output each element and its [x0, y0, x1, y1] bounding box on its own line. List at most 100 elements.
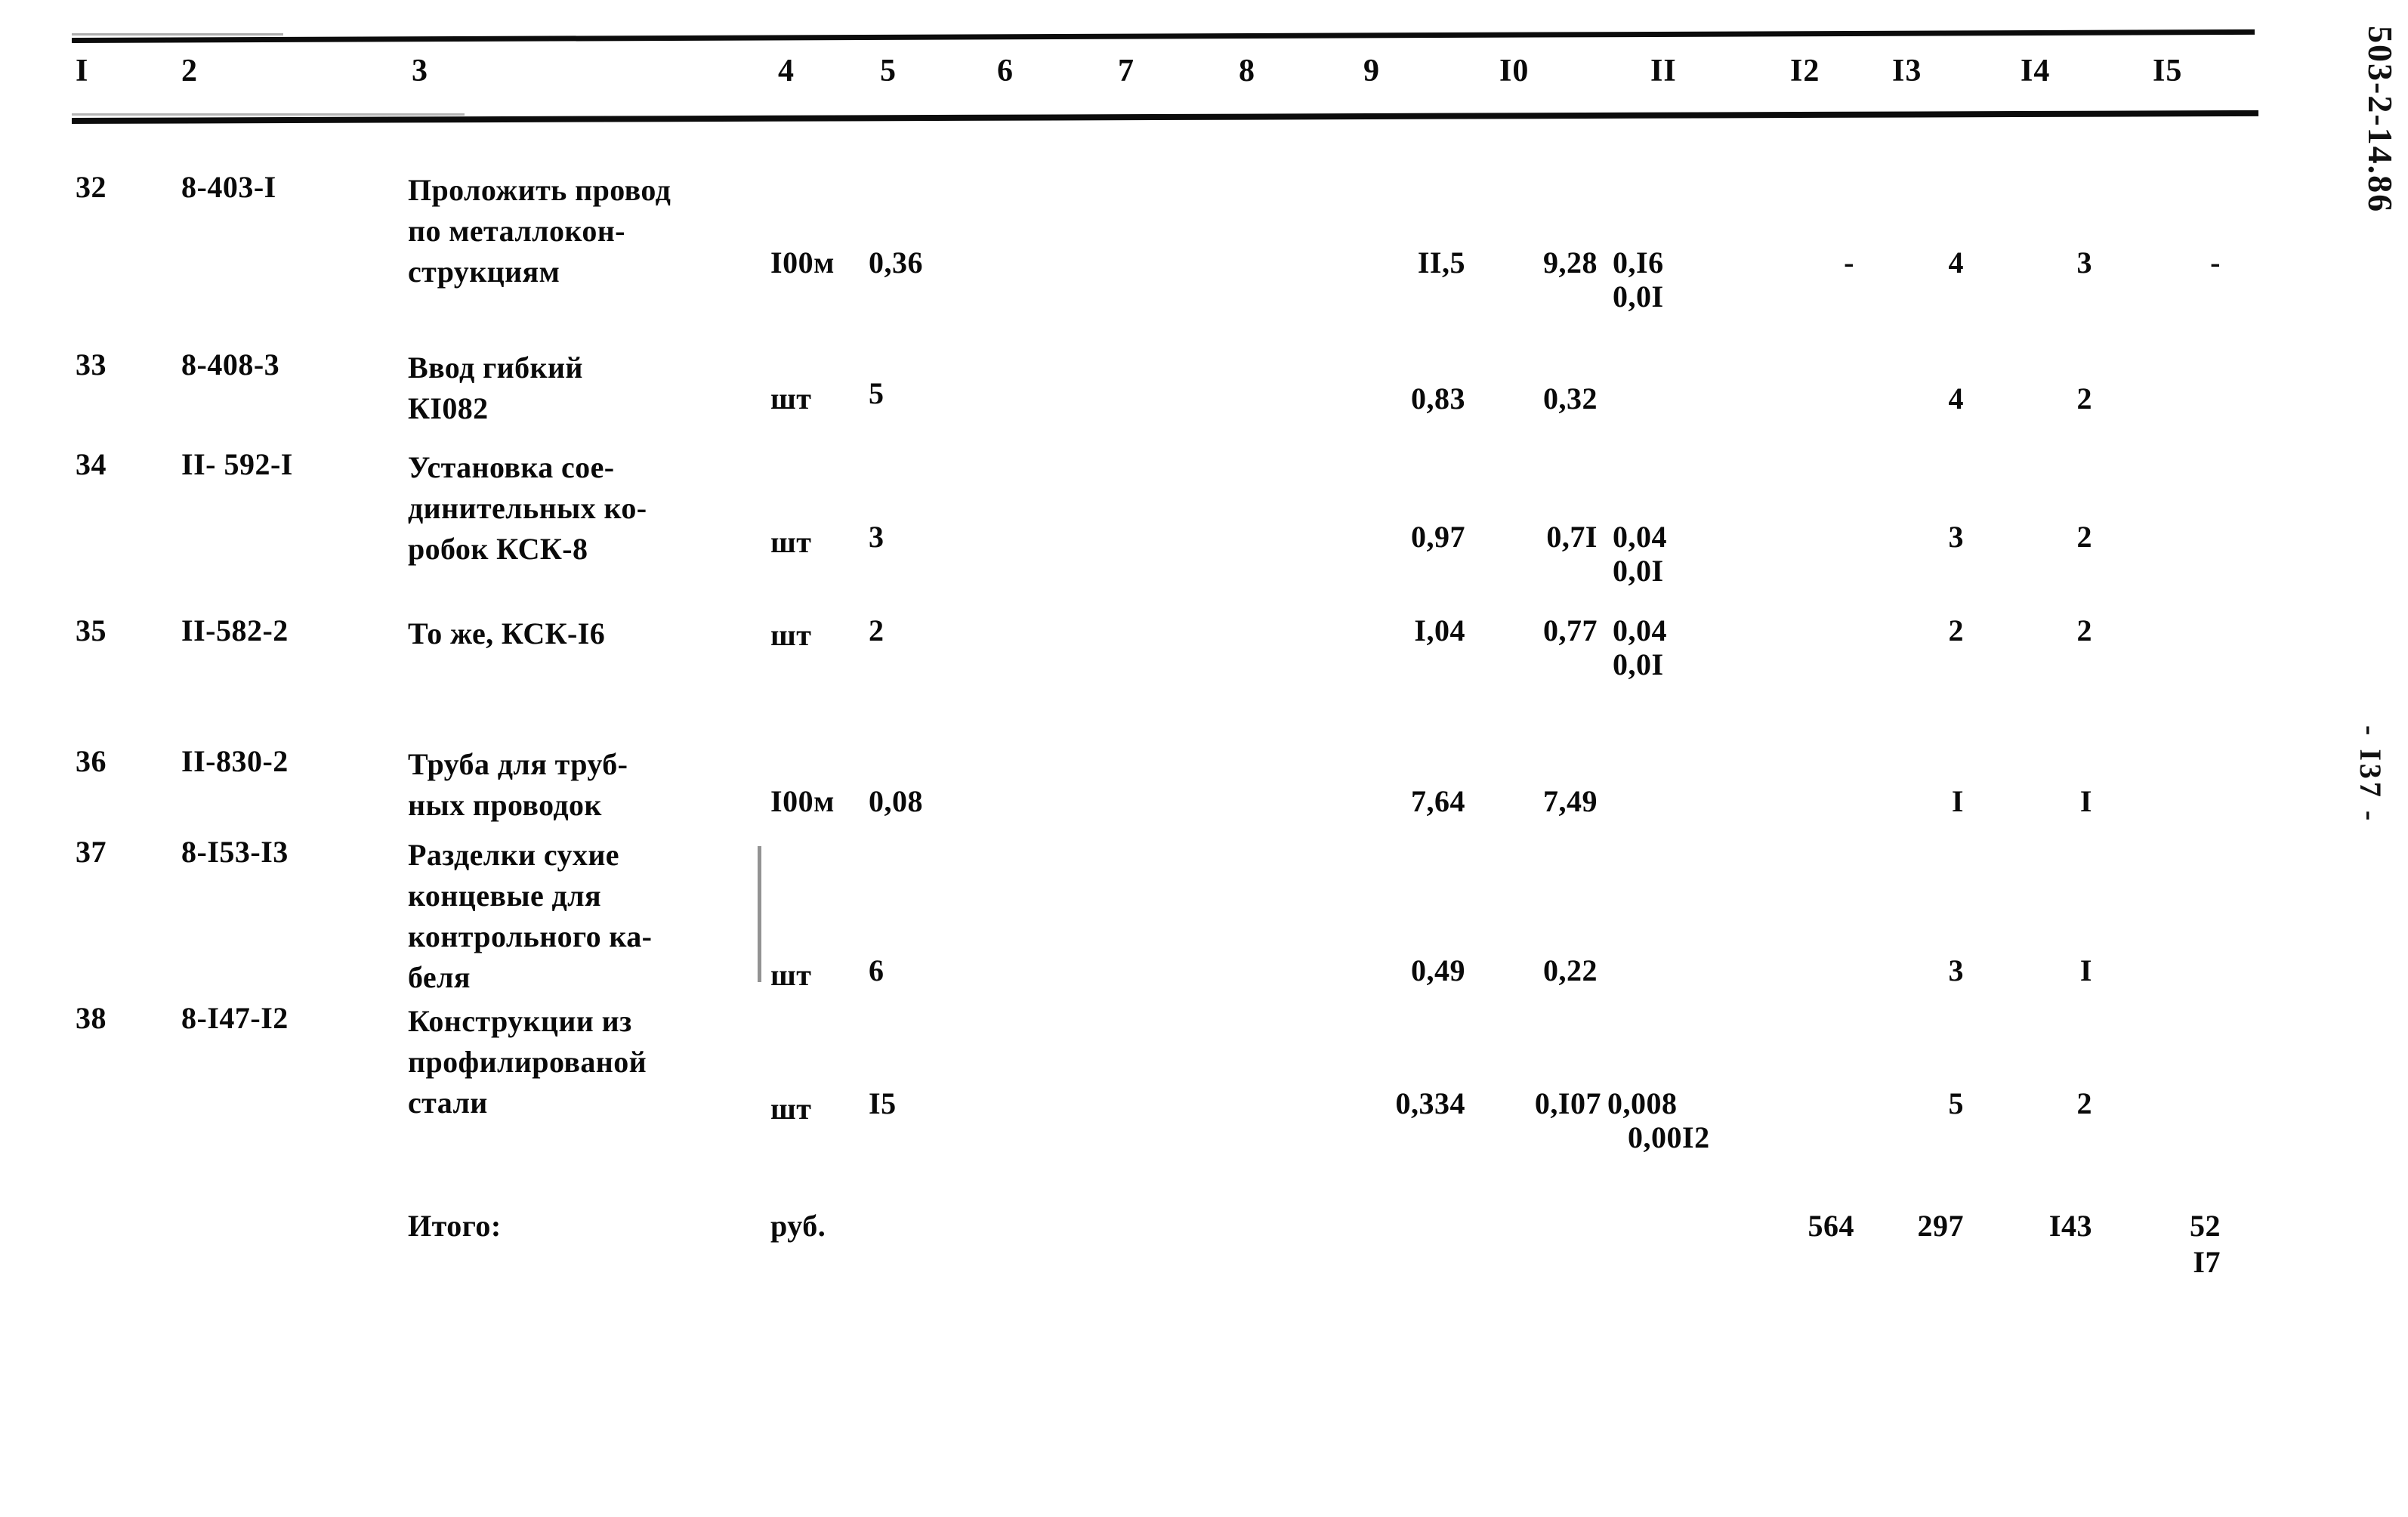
row-col10: 0,22: [1543, 953, 1598, 987]
row-quantity: 0,08: [869, 784, 923, 818]
document-code-vertical: 503-2-14.86: [2361, 26, 2400, 214]
row-col14: 2: [2076, 613, 2092, 647]
row-col13: 3: [1948, 953, 1964, 987]
page-number-vertical: - I37 -: [2354, 725, 2388, 824]
row-col11-second: 0,0I: [1613, 647, 1664, 681]
row-code: II- 592-I: [181, 447, 293, 481]
row-code: 8-403-I: [181, 170, 276, 204]
scan-artifact-smudge: [758, 846, 761, 982]
row-col11-second: 0,00I2: [1628, 1120, 1710, 1154]
row-col13: 4: [1948, 246, 1964, 280]
column-header-14: I4: [2021, 54, 2051, 88]
table-row: 32: [76, 170, 107, 204]
column-header-10: I0: [1499, 54, 1530, 88]
column-header-13: I3: [1892, 54, 1922, 88]
row-unit: шт: [770, 618, 812, 652]
row-col11: 0,008: [1607, 1086, 1678, 1120]
row-quantity: 5: [869, 376, 884, 410]
table-row: 34: [76, 447, 107, 481]
row-col10: 0,77: [1543, 613, 1598, 647]
row-quantity: 3: [869, 520, 884, 554]
row-col14: I: [2079, 784, 2092, 818]
total-col12: 564: [1808, 1209, 1854, 1243]
row-description: Проложить провод по металлокон- струкция…: [408, 173, 671, 289]
row-col11: 0,04: [1613, 520, 1667, 554]
row-col11: 0,04: [1613, 613, 1667, 647]
row-code: 8-408-3: [181, 348, 280, 382]
row-col14: 2: [2076, 1086, 2092, 1120]
row-col15: -: [2210, 246, 2221, 280]
row-unit: I00м: [770, 784, 835, 818]
row-col10: 0,7I: [1546, 520, 1598, 554]
total-col14: I43: [2048, 1209, 2092, 1243]
row-description: Конструкции из профилированой стали: [408, 1004, 647, 1120]
row-col13: 3: [1948, 520, 1964, 554]
row-col9: II,5: [1417, 246, 1465, 280]
row-code: 8-I53-I3: [181, 835, 289, 869]
row-unit: шт: [770, 958, 812, 992]
table-row: 35: [76, 613, 107, 647]
row-col9: 0,49: [1411, 953, 1465, 987]
table-row: 33: [76, 348, 107, 382]
column-header-4: 4: [778, 54, 795, 88]
row-quantity: 0,36: [869, 246, 923, 280]
table-row: 38: [76, 1001, 107, 1035]
row-description: Разделки сухие концевые для контрольного…: [408, 838, 653, 994]
row-col9: 0,334: [1395, 1086, 1465, 1120]
row-col9: 7,64: [1411, 784, 1465, 818]
row-description: Ввод гибкий КI082: [408, 351, 583, 425]
row-col14: 3: [2076, 246, 2092, 280]
column-header-1: I: [76, 54, 89, 88]
table-row: 37: [76, 835, 107, 869]
total-col13: 297: [1917, 1209, 1964, 1243]
row-col13: 4: [1948, 382, 1964, 416]
row-code: II-582-2: [181, 613, 289, 647]
row-unit: шт: [770, 1092, 812, 1126]
column-header-5: 5: [880, 54, 897, 88]
total-col15: 52: [2190, 1209, 2221, 1243]
column-header-2: 2: [181, 54, 198, 88]
row-quantity: I5: [869, 1086, 897, 1120]
column-header-6: 6: [997, 54, 1014, 88]
row-quantity: 6: [869, 953, 884, 987]
row-col11-second: 0,0I: [1613, 280, 1664, 314]
column-header-7: 7: [1118, 54, 1135, 88]
row-col10: 0,32: [1543, 382, 1598, 416]
row-col14: 2: [2076, 382, 2092, 416]
column-header-11: II: [1650, 54, 1677, 88]
row-description: Труба для труб- ных проводок: [408, 747, 628, 822]
row-col10: 9,28: [1543, 246, 1598, 280]
row-col13: 2: [1948, 613, 1964, 647]
table-header-rule: [71, 110, 2258, 124]
row-description: Установка сое- динительных ко- робок КСК…: [408, 450, 647, 566]
total-row-unit: руб.: [770, 1209, 826, 1243]
table-top-rule: [71, 29, 2255, 43]
row-code: 8-I47-I2: [181, 1001, 289, 1035]
row-unit: шт: [770, 525, 812, 559]
column-header-3: 3: [412, 54, 428, 88]
row-col13: 5: [1948, 1086, 1964, 1120]
total-row-label: Итого:: [408, 1209, 502, 1243]
row-col10: 7,49: [1543, 784, 1598, 818]
row-col14: I: [2079, 953, 2092, 987]
total-col15-second: I7: [2193, 1245, 2221, 1279]
row-col14: 2: [2076, 520, 2092, 554]
table-header-rule-faint: [72, 113, 465, 116]
row-quantity: 2: [869, 613, 884, 647]
row-unit: I00м: [770, 246, 835, 280]
row-code: II-830-2: [181, 744, 289, 778]
row-col9: 0,83: [1411, 382, 1465, 416]
column-header-9: 9: [1363, 54, 1380, 88]
row-col12: -: [1844, 246, 1854, 280]
row-unit: шт: [770, 382, 812, 416]
column-header-8: 8: [1239, 54, 1255, 88]
row-col13: I: [1951, 784, 1964, 818]
row-col11-second: 0,0I: [1613, 554, 1664, 588]
column-header-12: I2: [1790, 54, 1820, 88]
column-header-15: I5: [2153, 54, 2183, 88]
row-col9: 0,97: [1411, 520, 1465, 554]
scanned-document-page: 503-2-14.86 - I37 - I 2 3 4 5 6 7 8 9 I0…: [0, 0, 2408, 1517]
row-description: То же, КСК-I6: [408, 616, 606, 650]
row-col11: 0,I6: [1613, 246, 1664, 280]
row-col10: 0,I07: [1534, 1086, 1601, 1120]
